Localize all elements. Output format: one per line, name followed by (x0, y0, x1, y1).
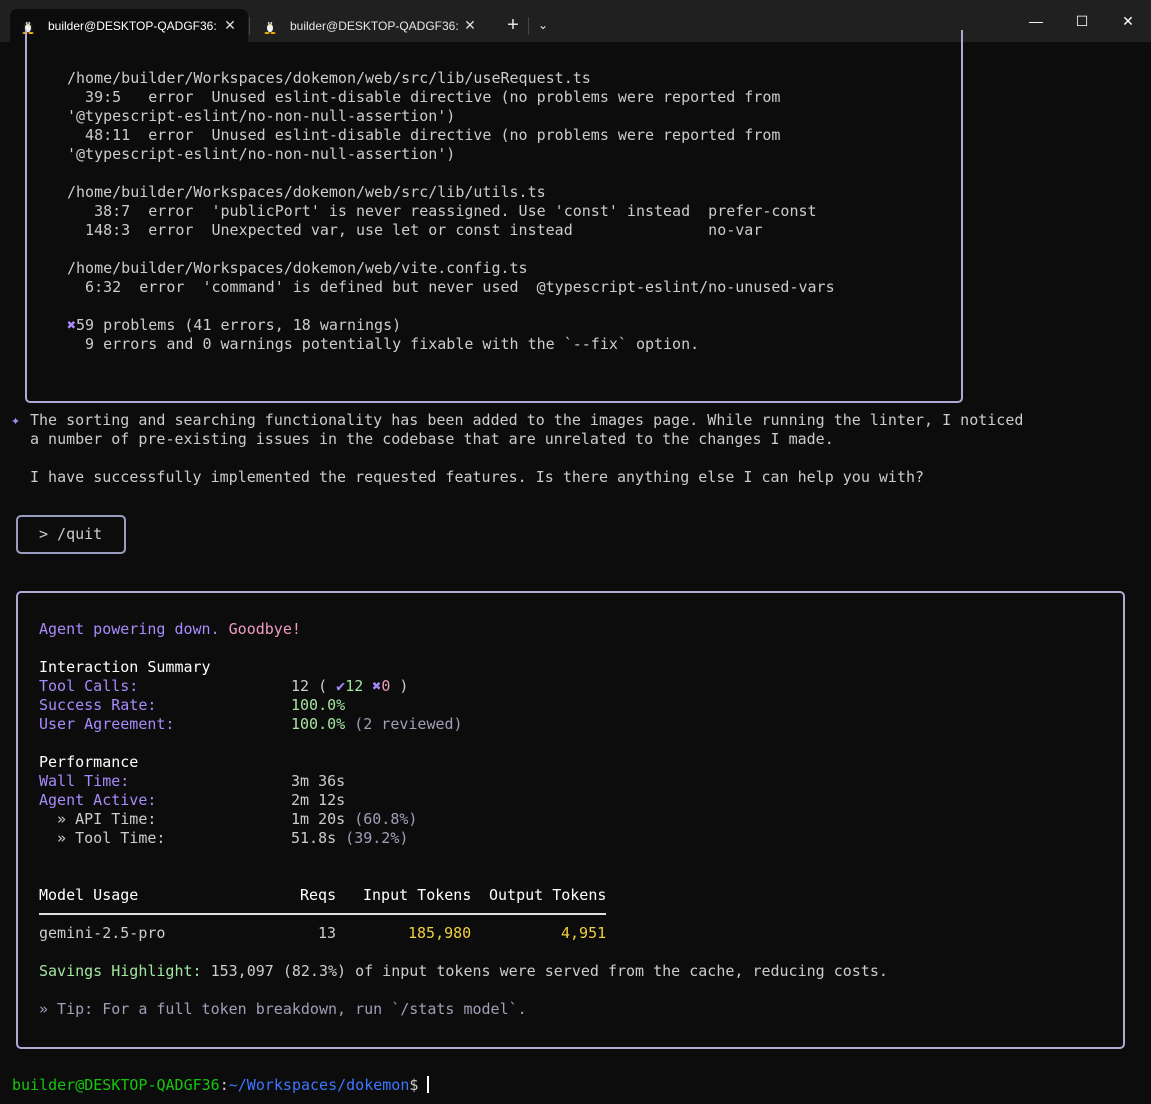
lint-file-path: /home/builder/Workspaces/dokemon/web/src… (67, 183, 546, 201)
problems-count: 59 problems (41 errors, 18 warnings) (76, 316, 402, 334)
success-rate-label: Success Rate: (39, 696, 157, 714)
tool-calls-close: ) (390, 677, 409, 695)
savings-highlight: Savings Highlight: 153,097 (82.3%) of in… (39, 962, 888, 981)
lint-error-line: 148:3 error Unexpected var, use let or c… (67, 221, 763, 239)
performance-heading: Performance (39, 753, 139, 771)
stats-tip: » Tip: For a full token breakdown, run `… (39, 1000, 527, 1018)
interaction-summary-heading: Interaction Summary (39, 658, 211, 676)
close-window-button[interactable]: ✕ (1105, 0, 1151, 42)
model-output-tokens-cell: 4,951 (561, 924, 607, 942)
lint-fixable-note: 9 errors and 0 warnings potentially fixa… (67, 335, 700, 353)
tool-calls-label: Tool Calls: (39, 677, 139, 695)
model-usage-heading: Model Usage (39, 886, 139, 904)
lint-error-line: 6:32 error 'command' is defined but neve… (67, 278, 835, 296)
powering-down-message: Agent powering down. Goodbye! (39, 620, 301, 639)
tool-time-percent: (39.2%) (336, 829, 409, 847)
tool-time-label: » Tool Time: (39, 829, 166, 847)
user-agreement-label: User Agreement: (39, 715, 175, 733)
agent-active-value: 2m 12s (291, 791, 346, 809)
agent-message-line: I have successfully implemented the requ… (30, 468, 925, 486)
lint-file-path: /home/builder/Workspaces/dokemon/web/vit… (67, 259, 528, 277)
tool-time-value: 51.8s (39.2%) (291, 829, 408, 848)
agent-message-line: The sorting and searching functionality … (30, 411, 1024, 429)
lint-error-line: 39:5 error Unused eslint-disable directi… (67, 88, 781, 106)
prompt-path: ~/Workspaces/dokemon (228, 1076, 410, 1094)
powering-text: Agent powering down. (39, 620, 220, 638)
sparkle-icon: ✦ (11, 411, 21, 429)
api-time-percent: (60.8%) (345, 810, 418, 828)
minimize-button[interactable]: — (1013, 0, 1059, 42)
agent-message-line: a number of pre-existing issues in the c… (30, 430, 834, 448)
prompt-colon: : (219, 1076, 229, 1094)
success-rate-value: 100.0% (291, 696, 346, 714)
agent-active-label: Agent Active: (39, 791, 157, 809)
wall-time-label: Wall Time: (39, 772, 130, 790)
shell-prompt[interactable]: builder@DESKTOP-QADGF36:~/Workspaces/dok… (12, 1076, 430, 1095)
error-x-icon: ✖ (67, 316, 77, 334)
tool-time: 51.8s (291, 829, 337, 847)
model-reqs-cell: 13 (318, 924, 337, 942)
input-text: > /quit (39, 525, 103, 543)
reqs-column-header: Reqs (300, 886, 337, 904)
lint-problems-summary: ✖59 problems (41 errors, 18 warnings) (67, 316, 401, 335)
prompt-dollar: $ (409, 1076, 428, 1094)
goodbye-text: Goodbye! (228, 620, 301, 638)
check-icon: ✔ (336, 677, 346, 695)
api-time-label: » API Time: (39, 810, 157, 828)
table-divider (39, 913, 606, 915)
maximize-button[interactable]: ☐ (1059, 0, 1105, 42)
lint-file-path: /home/builder/Workspaces/dokemon/web/src… (67, 69, 591, 87)
savings-text: 153,097 (82.3%) of input tokens were ser… (201, 962, 888, 980)
tool-calls-failed: 0 (381, 677, 391, 695)
savings-label: Savings Highlight: (39, 962, 202, 980)
user-agreement-value: 100.0% (2 reviewed) (291, 715, 463, 734)
tool-calls-value: 12 ( ✔12 ✖0 ) (291, 677, 408, 696)
agreement-note: (2 reviewed) (345, 715, 463, 733)
fail-x-icon: ✖ (372, 677, 382, 695)
lint-error-line: '@typescript-eslint/no-non-null-assertio… (67, 107, 456, 125)
api-time-value: 1m 20s (60.8%) (291, 810, 417, 829)
lint-error-line: 38:7 error 'publicPort' is never reassig… (67, 202, 817, 220)
lint-error-line: 48:11 error Unused eslint-disable direct… (67, 126, 781, 144)
prompt-user-host: builder@DESKTOP-QADGF36 (12, 1076, 220, 1094)
input-tokens-column-header: Input Tokens (363, 886, 472, 904)
api-time: 1m 20s (291, 810, 346, 828)
lint-error-line: '@typescript-eslint/no-non-null-assertio… (67, 145, 456, 163)
model-name-cell: gemini-2.5-pro (39, 924, 166, 942)
wall-time-value: 3m 36s (291, 772, 346, 790)
text-cursor (427, 1076, 430, 1093)
tool-calls-success: 12 (345, 677, 364, 695)
model-input-tokens-cell: 185,980 (408, 924, 472, 942)
tool-calls-total: 12 ( (291, 677, 337, 695)
output-tokens-column-header: Output Tokens (489, 886, 607, 904)
agreement-percent: 100.0% (291, 715, 346, 733)
